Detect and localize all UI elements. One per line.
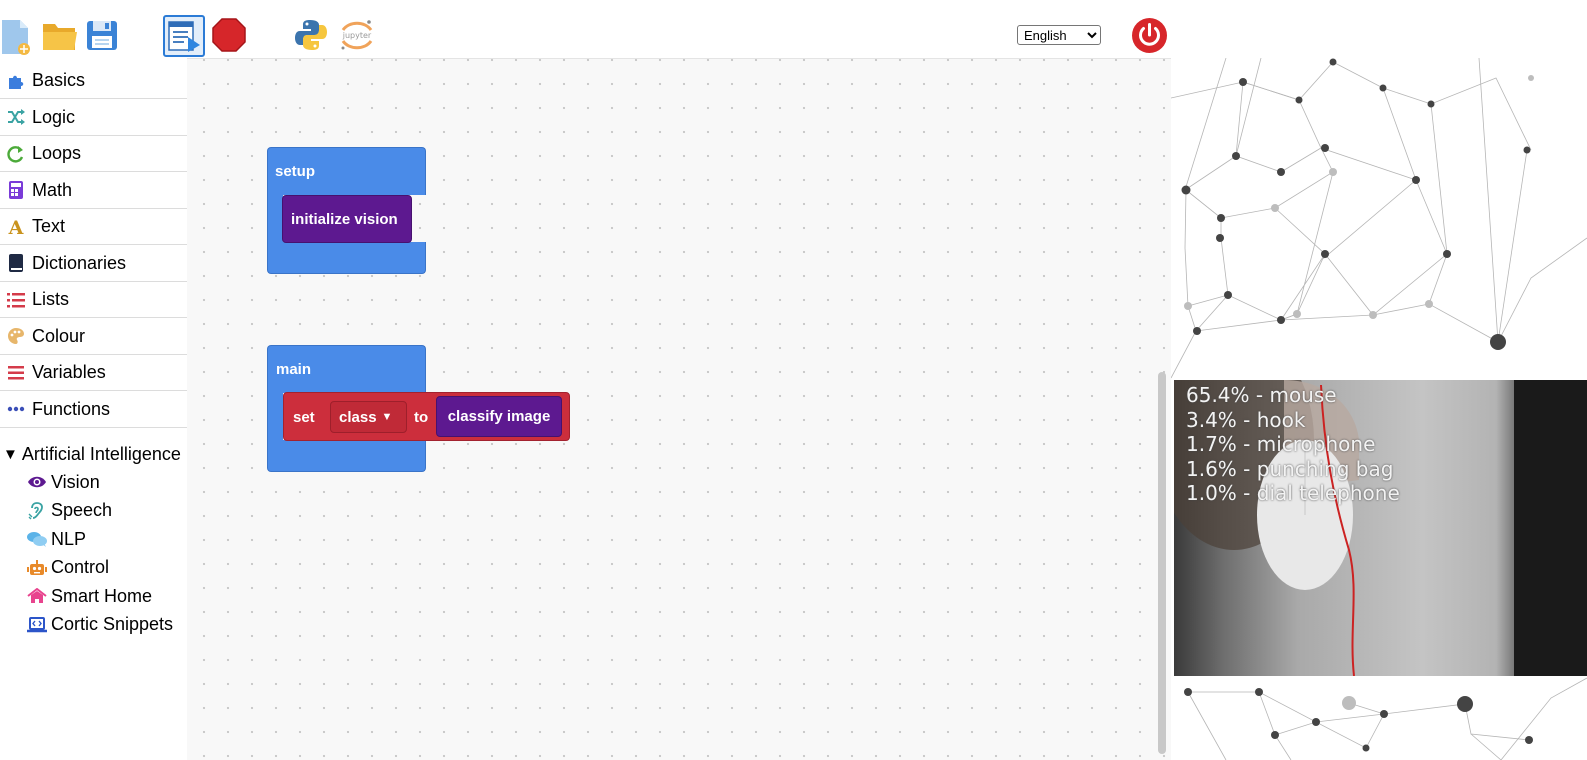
- variable-name: class: [339, 408, 377, 426]
- category-label: Lists: [32, 289, 70, 309]
- jupyter-button[interactable]: jupyter: [335, 12, 379, 58]
- camera-feed: 65.4% - mouse 3.4% - hook 1.7% - microph…: [1174, 380, 1587, 676]
- right-panel: 65.4% - mouse 3.4% - hook 1.7% - microph…: [1171, 58, 1587, 760]
- setup-block-arm: [267, 194, 283, 244]
- puzzle-icon: [0, 72, 32, 90]
- svg-text:jupyter: jupyter: [342, 31, 372, 40]
- palette-icon: [0, 327, 32, 345]
- run-button[interactable]: [163, 15, 205, 57]
- laptop-code-icon: [22, 616, 51, 633]
- python-logo-icon: [295, 20, 327, 50]
- to-label: to: [414, 409, 429, 426]
- folder-icon: [43, 24, 77, 50]
- new-file-button[interactable]: [0, 12, 36, 58]
- list-icon: [0, 292, 32, 308]
- caret-down-icon: ▼: [381, 411, 393, 423]
- setup-block-label: setup: [275, 163, 316, 180]
- category-label: Logic: [32, 106, 76, 127]
- power-button[interactable]: [1131, 17, 1168, 54]
- floppy-disk-icon: [87, 21, 117, 50]
- letter-a-icon: A: [0, 218, 32, 236]
- ear-icon: [22, 501, 51, 520]
- workspace-scrollbar[interactable]: [1158, 372, 1166, 754]
- category-dictionaries[interactable]: Dictionaries: [0, 246, 187, 282]
- loop-arrow-icon: [0, 145, 32, 163]
- main-block-footer[interactable]: [267, 440, 426, 472]
- ai-item-nlp[interactable]: NLP: [22, 526, 86, 552]
- setup-block-footer[interactable]: [267, 242, 426, 274]
- initialize-vision-label: initialize vision: [291, 211, 398, 228]
- ai-section-toggle[interactable]: ▼ Artificial Intelligence: [3, 442, 181, 466]
- save-button[interactable]: [80, 12, 124, 58]
- category-label: Functions: [32, 398, 111, 419]
- category-label: Text: [32, 216, 66, 236]
- set-label: set: [293, 409, 315, 426]
- category-sidebar: Basics Logic Loops Math A Text Dictionar…: [0, 63, 187, 760]
- ai-item-label: Speech: [51, 500, 113, 520]
- category-label: Dictionaries: [32, 252, 127, 273]
- ai-item-control[interactable]: Control: [22, 555, 109, 581]
- toolbar: jupyter English: [0, 0, 1587, 58]
- open-folder-button[interactable]: [38, 12, 82, 58]
- prediction-item: 1.6% - punching bag: [1186, 456, 1394, 481]
- ai-item-label: Smart Home: [51, 585, 153, 606]
- category-logic[interactable]: Logic: [0, 100, 187, 136]
- category-loops[interactable]: Loops: [0, 136, 187, 172]
- calculator-icon: [0, 181, 32, 199]
- variable-dropdown[interactable]: class ▼: [330, 401, 407, 433]
- book-icon: [0, 254, 32, 272]
- language-select[interactable]: English: [1017, 25, 1101, 45]
- category-text[interactable]: A Text: [0, 209, 187, 245]
- stop-button[interactable]: [207, 12, 251, 58]
- eye-icon: [22, 475, 51, 489]
- ai-item-vision[interactable]: Vision: [22, 469, 100, 495]
- power-icon: [1132, 18, 1167, 53]
- jupyter-logo-icon: jupyter: [341, 20, 373, 50]
- prediction-item: 3.4% - hook: [1186, 407, 1306, 432]
- category-label: Colour: [32, 325, 86, 346]
- python-button[interactable]: [289, 12, 333, 58]
- classify-image-label: classify image: [447, 408, 551, 425]
- ai-item-label: NLP: [51, 528, 87, 549]
- category-label: Variables: [32, 362, 106, 382]
- home-icon: [22, 588, 51, 604]
- chat-bubbles-icon: [22, 531, 51, 547]
- category-colour[interactable]: Colour: [0, 319, 187, 355]
- ai-item-label: Vision: [51, 471, 100, 492]
- prediction-item: 1.7% - microphone: [1186, 432, 1376, 456]
- main-block-label: main: [276, 361, 312, 378]
- category-label: Loops: [32, 143, 82, 163]
- prediction-list: 65.4% - mouse 3.4% - hook 1.7% - microph…: [1186, 383, 1400, 506]
- category-variables[interactable]: Variables: [0, 355, 187, 391]
- shuffle-icon: [0, 109, 32, 125]
- category-lists[interactable]: Lists: [0, 282, 187, 318]
- svg-text:A: A: [8, 218, 24, 236]
- main-block-arm: [267, 392, 283, 442]
- prediction-item: 1.0% - dial telephone: [1186, 481, 1400, 505]
- classify-image-block[interactable]: classify image: [436, 396, 562, 437]
- triangle-down-icon: ▼: [3, 445, 18, 463]
- category-math[interactable]: Math: [0, 173, 187, 209]
- new-file-icon: [2, 20, 30, 55]
- ai-item-label: Cortic Snippets: [51, 614, 174, 634]
- category-functions[interactable]: Functions: [0, 392, 187, 428]
- ai-item-label: Control: [51, 557, 110, 577]
- category-basics[interactable]: Basics: [0, 63, 187, 99]
- ai-section-label: Artificial Intelligence: [21, 443, 181, 464]
- category-label: Basics: [32, 70, 86, 90]
- category-label: Math: [32, 179, 73, 200]
- prediction-item: 65.4% - mouse: [1186, 383, 1337, 407]
- initialize-vision-block[interactable]: initialize vision: [282, 195, 412, 243]
- ai-item-speech[interactable]: Speech: [22, 498, 112, 524]
- robot-icon: [22, 559, 51, 576]
- bars-icon: [0, 365, 32, 380]
- ellipsis-icon: [0, 406, 32, 412]
- run-program-icon: [168, 21, 200, 52]
- ai-item-cortic-snippets[interactable]: Cortic Snippets: [22, 612, 173, 638]
- stop-sign-icon: [212, 18, 246, 52]
- ai-item-smart-home[interactable]: Smart Home: [22, 583, 152, 609]
